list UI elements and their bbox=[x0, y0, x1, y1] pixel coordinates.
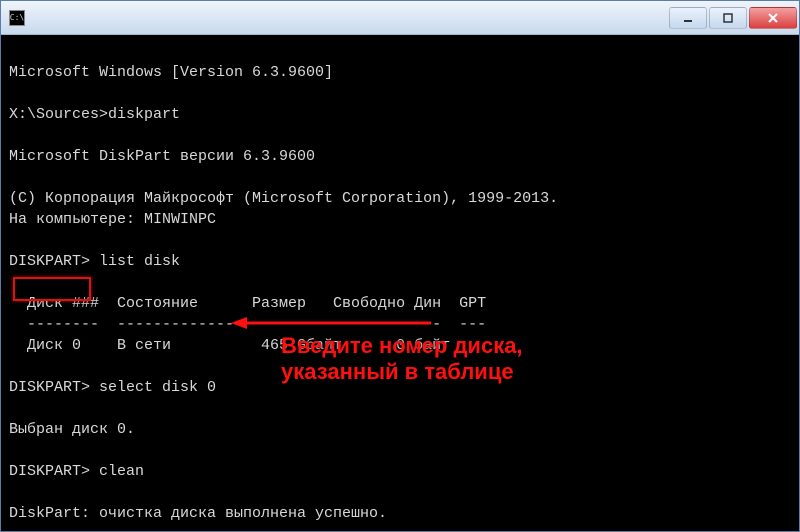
command-prompt-window: C:\ Microsoft Windows [Version 6.3.9600]… bbox=[0, 0, 800, 532]
output-line: DISKPART> clean bbox=[9, 463, 144, 480]
disk-highlight bbox=[13, 277, 91, 301]
annotation-text: Введите номер диска, указанный в таблице bbox=[281, 333, 541, 386]
minimize-button[interactable] bbox=[669, 7, 707, 29]
title-bar[interactable]: C:\ bbox=[1, 1, 799, 35]
annotation-line2: указанный в таблице bbox=[281, 359, 514, 384]
window-controls bbox=[669, 7, 797, 29]
output-line: Microsoft Windows [Version 6.3.9600] bbox=[9, 64, 333, 81]
terminal-output[interactable]: Microsoft Windows [Version 6.3.9600] X:\… bbox=[1, 35, 799, 531]
annotation-line1: Введите номер диска, bbox=[281, 333, 523, 358]
output-line: X:\Sources>diskpart bbox=[9, 106, 180, 123]
output-line: DISKPART> list disk bbox=[9, 253, 180, 270]
output-line: DiskPart: очистка диска выполнена успешн… bbox=[9, 505, 387, 522]
annotation-arrow-icon bbox=[231, 316, 431, 330]
output-line: DISKPART> select disk 0 bbox=[9, 379, 216, 396]
output-line: (C) Корпорация Майкрософт (Microsoft Cor… bbox=[9, 190, 558, 207]
output-line: На компьютере: MINWINPC bbox=[9, 211, 216, 228]
output-line: Microsoft DiskPart версии 6.3.9600 bbox=[9, 148, 315, 165]
cmd-icon: C:\ bbox=[9, 10, 25, 26]
output-line: Выбран диск 0. bbox=[9, 421, 135, 438]
close-button[interactable] bbox=[749, 7, 797, 29]
maximize-button[interactable] bbox=[709, 7, 747, 29]
